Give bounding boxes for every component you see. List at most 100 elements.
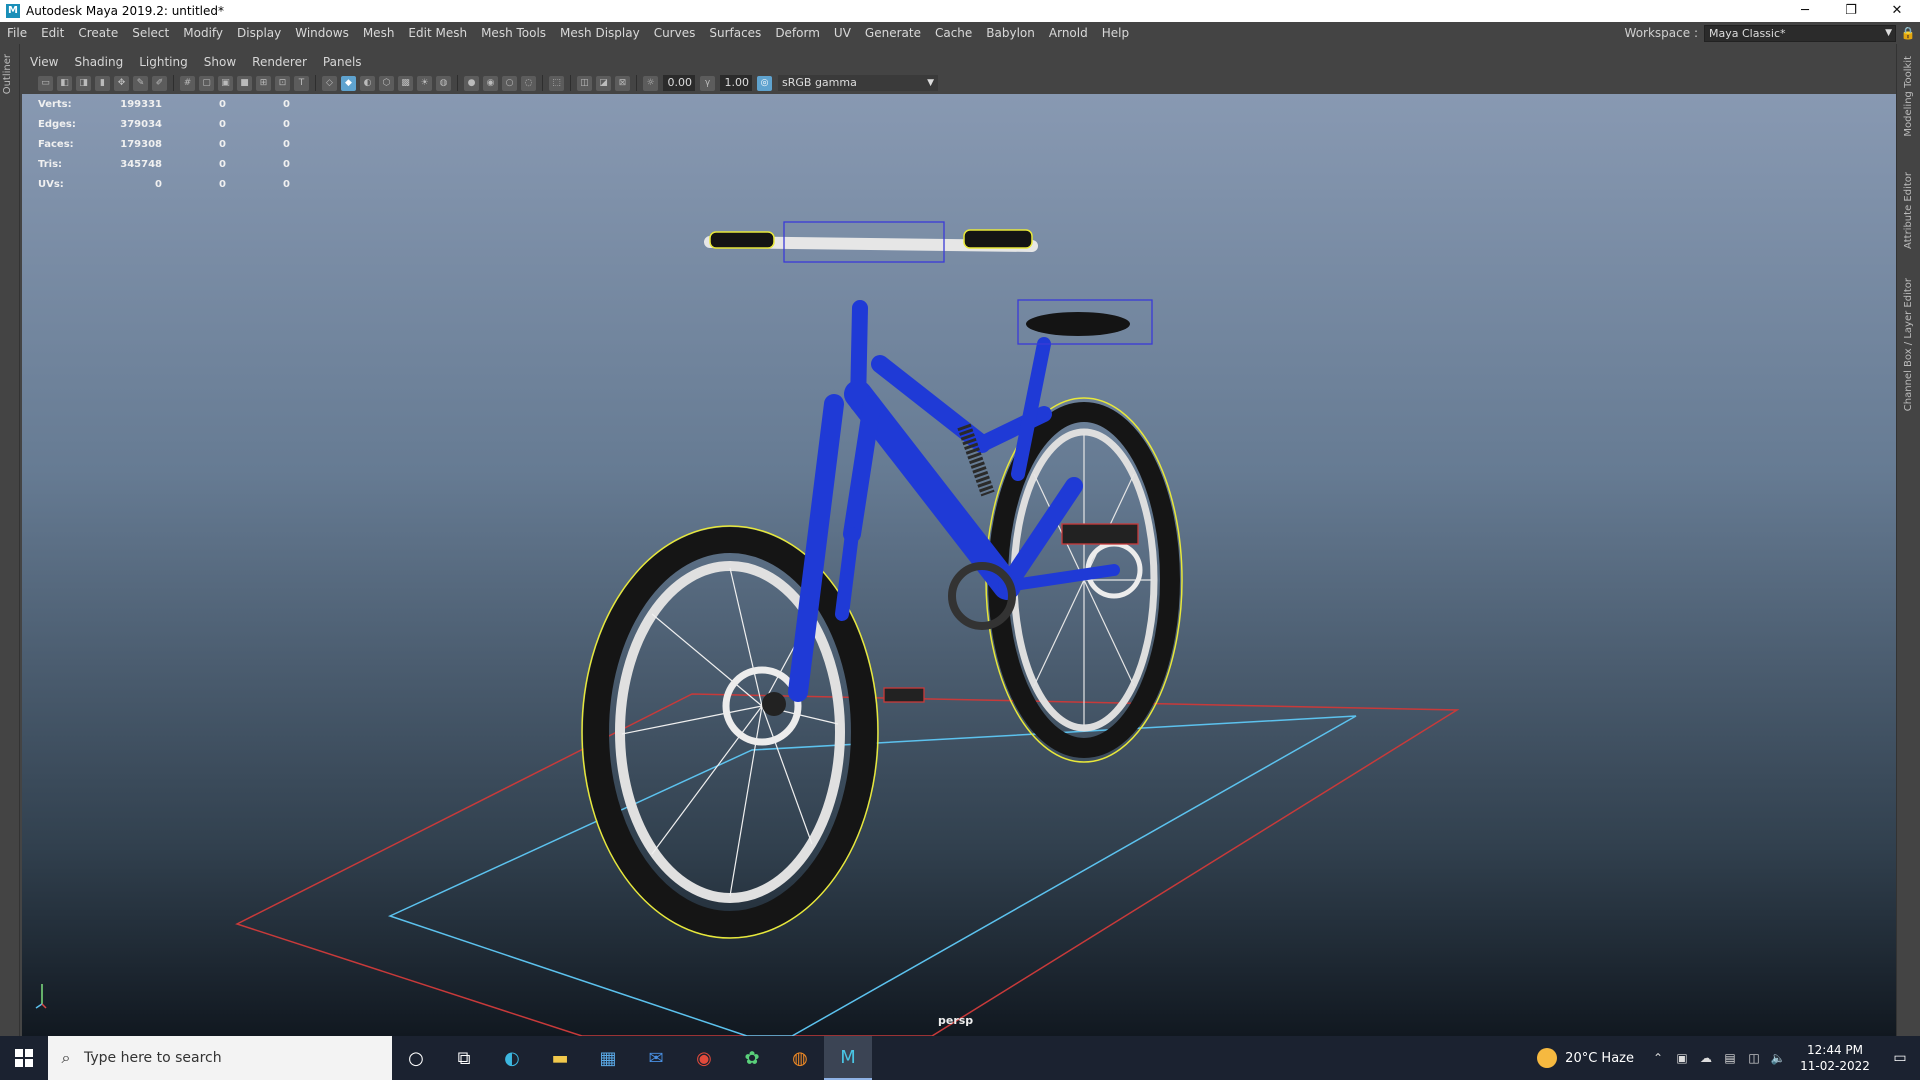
hud-value: 0: [155, 178, 162, 190]
color-management-icon[interactable]: ◎: [757, 75, 772, 91]
menu-cache[interactable]: Cache: [928, 26, 979, 40]
gate-mask-icon[interactable]: ■: [237, 75, 252, 91]
wireframe-icon[interactable]: ◇: [322, 75, 337, 91]
chevron-up-icon[interactable]: ⌃: [1646, 1051, 1670, 1065]
lock-icon[interactable]: 🔒: [1896, 26, 1920, 40]
weather-text[interactable]: 20°C Haze: [1565, 1051, 1634, 1066]
panel-menu-renderer[interactable]: Renderer: [244, 55, 315, 69]
app-icon[interactable]: ✿: [728, 1036, 776, 1080]
task-view-icon[interactable]: ⧉: [440, 1036, 488, 1080]
menu-display[interactable]: Display: [230, 26, 288, 40]
menu-edit-mesh[interactable]: Edit Mesh: [401, 26, 474, 40]
menu-mesh[interactable]: Mesh: [356, 26, 402, 40]
edge-browser-icon[interactable]: ◐: [488, 1036, 536, 1080]
channel-box-tab[interactable]: Channel Box / Layer Editor: [1903, 278, 1914, 411]
menu-create[interactable]: Create: [71, 26, 125, 40]
menu-mesh-display[interactable]: Mesh Display: [553, 26, 647, 40]
panel-menu-show[interactable]: Show: [196, 55, 244, 69]
paint-icon[interactable]: ✐: [152, 75, 167, 91]
motion-blur-icon[interactable]: ◉: [483, 75, 498, 91]
exposure-field[interactable]: 0.00: [663, 75, 695, 91]
view-axis-gizmo-icon: [35, 984, 47, 1009]
onedrive-icon[interactable]: ☁: [1694, 1051, 1718, 1065]
menu-uv[interactable]: UV: [827, 26, 858, 40]
microsoft-store-icon[interactable]: ▦: [584, 1036, 632, 1080]
notification-icon[interactable]: ▭: [1880, 1050, 1920, 1066]
menu-edit[interactable]: Edit: [34, 26, 71, 40]
depth-of-field-icon[interactable]: ◌: [521, 75, 536, 91]
screen-space-ao-icon[interactable]: ●: [464, 75, 479, 91]
taskbar-search-box[interactable]: ⌕ Type here to search: [48, 1036, 392, 1080]
default-material-icon[interactable]: ◐: [360, 75, 375, 91]
gamma-field[interactable]: 1.00: [720, 75, 752, 91]
menu-help[interactable]: Help: [1095, 26, 1136, 40]
tray-media-icon[interactable]: ▤: [1718, 1051, 1742, 1065]
outliner-tab[interactable]: Outliner: [2, 54, 13, 94]
safe-action-icon[interactable]: ⊡: [275, 75, 290, 91]
menu-select[interactable]: Select: [125, 26, 176, 40]
menu-curves[interactable]: Curves: [647, 26, 703, 40]
xray-joints-icon[interactable]: ⊠: [615, 75, 630, 91]
resolution-gate-icon[interactable]: ▣: [218, 75, 233, 91]
textured-icon[interactable]: ▩: [398, 75, 413, 91]
blender-icon[interactable]: ◍: [776, 1036, 824, 1080]
modeling-toolkit-tab[interactable]: Modeling Toolkit: [1903, 56, 1914, 137]
anti-aliasing-icon[interactable]: ○: [502, 75, 517, 91]
panel-menu-view[interactable]: View: [22, 55, 66, 69]
wireframe-on-shaded-icon[interactable]: ⬡: [379, 75, 394, 91]
volume-icon[interactable]: 🔈: [1766, 1051, 1790, 1065]
isolate-select-icon[interactable]: ⬚: [549, 75, 564, 91]
chevron-down-icon: ▼: [1885, 27, 1892, 38]
xray-active-icon[interactable]: ◪: [596, 75, 611, 91]
chrome-icon[interactable]: ◉: [680, 1036, 728, 1080]
menu-babylon[interactable]: Babylon: [979, 26, 1042, 40]
cortana-icon[interactable]: ○: [392, 1036, 440, 1080]
start-button[interactable]: [0, 1036, 48, 1080]
menu-modify[interactable]: Modify: [176, 26, 230, 40]
two-d-pan-icon[interactable]: ✥: [114, 75, 129, 91]
menu-deform[interactable]: Deform: [768, 26, 827, 40]
attribute-editor-tab[interactable]: Attribute Editor: [1903, 172, 1914, 249]
menu-file[interactable]: File: [0, 26, 34, 40]
panel-menu-shading[interactable]: Shading: [66, 55, 131, 69]
exposure-icon[interactable]: ☼: [643, 75, 658, 91]
lighting-icon[interactable]: ☀: [417, 75, 432, 91]
restore-button[interactable]: ❐: [1828, 0, 1874, 22]
perspective-viewport[interactable]: Verts: 199331 0 0 Edges: 379034 0 0 Face…: [22, 94, 1896, 1036]
minimize-button[interactable]: ─: [1782, 0, 1828, 22]
network-icon[interactable]: ◫: [1742, 1051, 1766, 1065]
poly-count-hud: Verts: 199331 0 0 Edges: 379034 0 0 Face…: [38, 94, 290, 194]
camera-attributes-icon[interactable]: ◧: [57, 75, 72, 91]
clock[interactable]: 12:44 PM 11-02-2022: [1790, 1042, 1880, 1074]
grease-pencil-icon[interactable]: ✎: [133, 75, 148, 91]
bookmarks-icon[interactable]: ◨: [76, 75, 91, 91]
menu-mesh-tools[interactable]: Mesh Tools: [474, 26, 553, 40]
image-plane-icon[interactable]: ▮: [95, 75, 110, 91]
close-button[interactable]: ✕: [1874, 0, 1920, 22]
file-explorer-icon[interactable]: ▬: [536, 1036, 584, 1080]
menu-generate[interactable]: Generate: [858, 26, 928, 40]
panel-menu-lighting[interactable]: Lighting: [131, 55, 196, 69]
gamma-icon[interactable]: γ: [700, 75, 715, 91]
smooth-shade-icon[interactable]: ◆: [341, 75, 356, 91]
hud-value: 0: [219, 178, 226, 190]
select-camera-icon[interactable]: ▭: [38, 75, 53, 91]
toolbar-separator: [315, 75, 316, 91]
maya-taskbar-icon[interactable]: M: [824, 1036, 872, 1080]
field-chart-icon[interactable]: ⊞: [256, 75, 271, 91]
safe-title-icon[interactable]: T: [294, 75, 309, 91]
grid-icon[interactable]: #: [180, 75, 195, 91]
menu-arnold[interactable]: Arnold: [1042, 26, 1095, 40]
workspace-dropdown[interactable]: Maya Classic* ▼: [1704, 24, 1896, 42]
film-gate-icon[interactable]: ▢: [199, 75, 214, 91]
xray-icon[interactable]: ◫: [577, 75, 592, 91]
menu-surfaces[interactable]: Surfaces: [702, 26, 768, 40]
windows-taskbar: ⌕ Type here to search ○ ⧉ ◐ ▬ ▦ ✉ ◉ ✿ ◍ …: [0, 1036, 1920, 1080]
mail-icon[interactable]: ✉: [632, 1036, 680, 1080]
panel-menu-panels[interactable]: Panels: [315, 55, 370, 69]
menu-windows[interactable]: Windows: [288, 26, 356, 40]
view-transform-dropdown[interactable]: sRGB gamma ▼: [778, 75, 938, 91]
shadows-icon[interactable]: ◍: [436, 75, 451, 91]
tray-app-icon[interactable]: ▣: [1670, 1051, 1694, 1065]
camera-label: persp: [938, 1014, 974, 1027]
